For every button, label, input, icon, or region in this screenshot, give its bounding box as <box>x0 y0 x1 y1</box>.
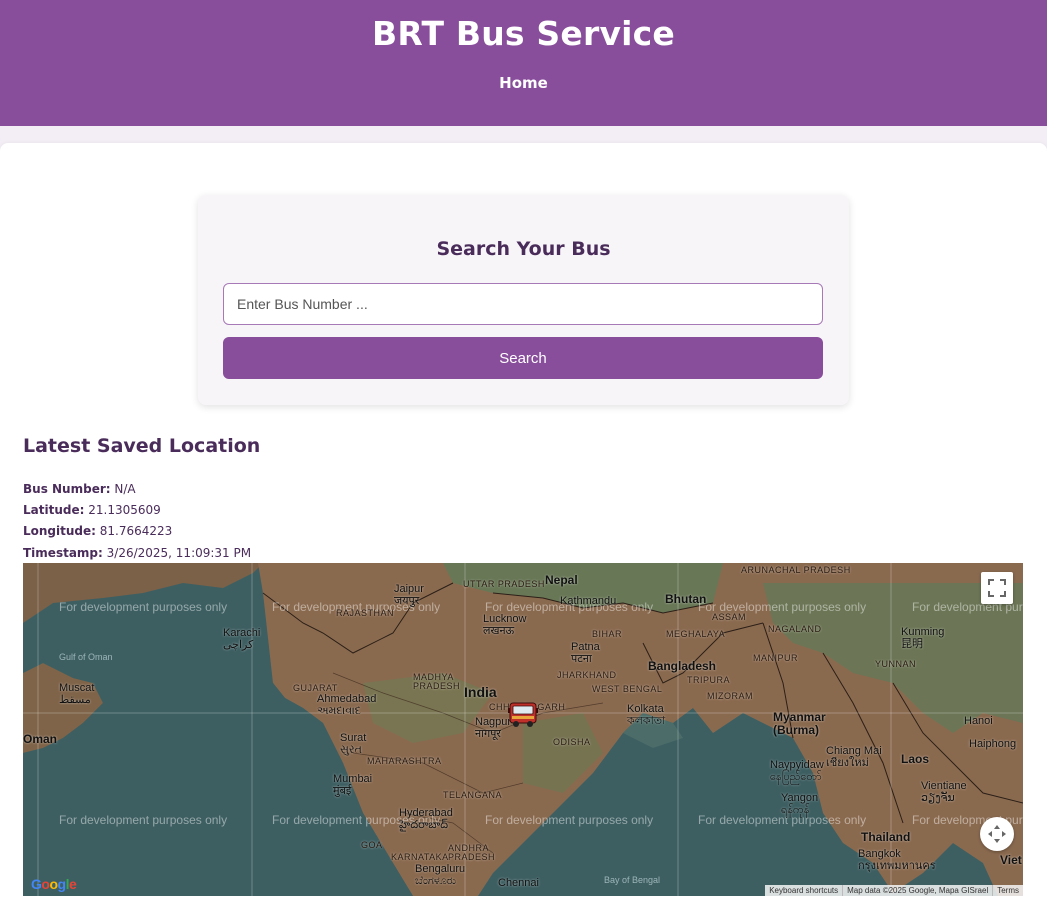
map-footer: Keyboard shortcuts Map data ©2025 Google… <box>765 885 1023 896</box>
map-label: Nagpur नागपूर <box>475 716 512 740</box>
map-label: Haiphong <box>969 738 1017 750</box>
map-label: Mumbai मुंबई <box>333 773 373 797</box>
map-label: Bay of Bengal <box>604 875 661 885</box>
latest-location-heading: Latest Saved Location <box>23 435 261 457</box>
map-label: Kunming 昆明 <box>901 626 945 650</box>
map-label: Bengaluru ಬೆಂಗಳೂರು <box>415 863 466 887</box>
map-label: Muscat مسقط <box>59 682 95 706</box>
map-label: Surat સુરત <box>340 732 367 756</box>
map-label: Yangon ရန်ကုန် <box>781 792 819 816</box>
map-label: Nepal <box>545 573 578 587</box>
site-header: BRT Bus Service Home <box>0 0 1047 126</box>
map-label: NAGALAND <box>768 624 822 634</box>
bus-number-input[interactable] <box>223 283 823 325</box>
map-label: MAHARASHTRA <box>367 756 442 766</box>
map-label: BIHAR <box>592 629 623 639</box>
map-label: MANIPUR <box>753 653 799 663</box>
map-label: WEST BENGAL <box>592 684 663 694</box>
map-label: MIZORAM <box>707 691 753 701</box>
bus-marker-icon[interactable] <box>508 698 538 728</box>
map-label: KARNATAKA <box>391 852 449 862</box>
fullscreen-icon <box>988 579 1006 597</box>
map-label: TELANGANA <box>443 790 503 800</box>
pan-arrows-icon <box>988 825 1006 843</box>
dev-watermark: For development purposes only <box>59 600 228 614</box>
map-label: Myanmar (Burma) <box>773 710 826 737</box>
map-label: TRIPURA <box>687 675 731 685</box>
terms-link[interactable]: Terms <box>992 885 1023 896</box>
camera-control-button[interactable] <box>980 817 1014 851</box>
fullscreen-button[interactable] <box>981 572 1013 604</box>
map-label: ASSAM <box>712 612 747 622</box>
nav-home-link[interactable]: Home <box>0 74 1047 92</box>
map-label: ODISHA <box>553 737 591 747</box>
map-label: Chennai <box>498 877 539 889</box>
map[interactable]: For development purposes only For develo… <box>23 563 1023 896</box>
timestamp-label: Timestamp: <box>23 546 103 560</box>
map-label: Kolkata কলকাতা <box>627 703 666 727</box>
map-label: Hyderabad హైదరాబాద్ <box>399 807 453 831</box>
longitude-value: 81.7664223 <box>99 524 173 538</box>
map-label: YUNNAN <box>875 659 917 669</box>
map-label: Naypyidaw နေပြည်တော် <box>770 759 824 783</box>
latitude-value: 21.1305609 <box>88 503 161 517</box>
bus-number-row: Bus Number: N/A <box>23 482 136 496</box>
map-label: Laos <box>901 752 930 766</box>
dev-watermark: For development purposes only <box>485 813 654 827</box>
map-label: MEGHALAYA <box>666 629 726 639</box>
dev-watermark: For development purposes only <box>59 813 228 827</box>
bus-number-value: N/A <box>114 482 136 496</box>
map-label: Hanoi <box>964 715 993 727</box>
latitude-label: Latitude: <box>23 503 85 517</box>
site-title: BRT Bus Service <box>371 14 676 53</box>
search-button[interactable]: Search <box>223 337 823 379</box>
map-label: JHARKHAND <box>557 670 617 680</box>
map-label: India <box>464 684 497 700</box>
latitude-row: Latitude: 21.1305609 <box>23 503 161 517</box>
map-label: Ahmedabad અમદાવાદ <box>317 693 377 717</box>
map-label: GOA <box>361 840 383 850</box>
map-label: RAJASTHAN <box>336 608 395 618</box>
map-label: Karachi كراچی <box>223 627 261 651</box>
map-label: Jaipur जयपुर <box>394 583 424 607</box>
timestamp-row: Timestamp: 3/26/2025, 11:09:31 PM <box>23 546 251 560</box>
map-label: Vientiane ວຽງຈັນ <box>921 780 967 804</box>
map-data-attribution: Map data ©2025 Google, Mapa GISrael <box>842 885 992 896</box>
map-label: Bangkok กรุงเทพมหานคร <box>858 848 936 872</box>
map-label: UTTAR PRADESH <box>463 579 545 589</box>
map-label: Lucknow लखनऊ <box>483 613 527 637</box>
map-label: Patna पटना <box>571 641 600 665</box>
map-label: Gulf of Oman <box>59 652 113 662</box>
map-label: Chiang Mai เชียงใหม่ <box>826 745 882 769</box>
search-heading: Search Your Bus <box>436 238 611 260</box>
map-label: Kathmandu <box>560 595 617 607</box>
timestamp-value: 3/26/2025, 11:09:31 PM <box>106 546 252 560</box>
keyboard-shortcuts-link[interactable]: Keyboard shortcuts <box>765 885 842 896</box>
map-label: ARUNACHAL PRADESH <box>741 565 851 575</box>
map-label: Viet <box>1000 853 1022 867</box>
map-label: Thailand <box>861 830 911 844</box>
map-label: Oman <box>23 732 58 746</box>
longitude-label: Longitude: <box>23 524 96 538</box>
main-panel: Search Your Bus Search Latest Saved Loca… <box>0 143 1047 897</box>
bus-number-label: Bus Number: <box>23 482 111 496</box>
google-logo: Google <box>31 876 77 892</box>
longitude-row: Longitude: 81.7664223 <box>23 524 172 538</box>
map-label: Bhutan <box>665 592 707 606</box>
map-label: Bangladesh <box>648 659 717 673</box>
map-label: ANDHRA PRADESH <box>448 843 496 863</box>
